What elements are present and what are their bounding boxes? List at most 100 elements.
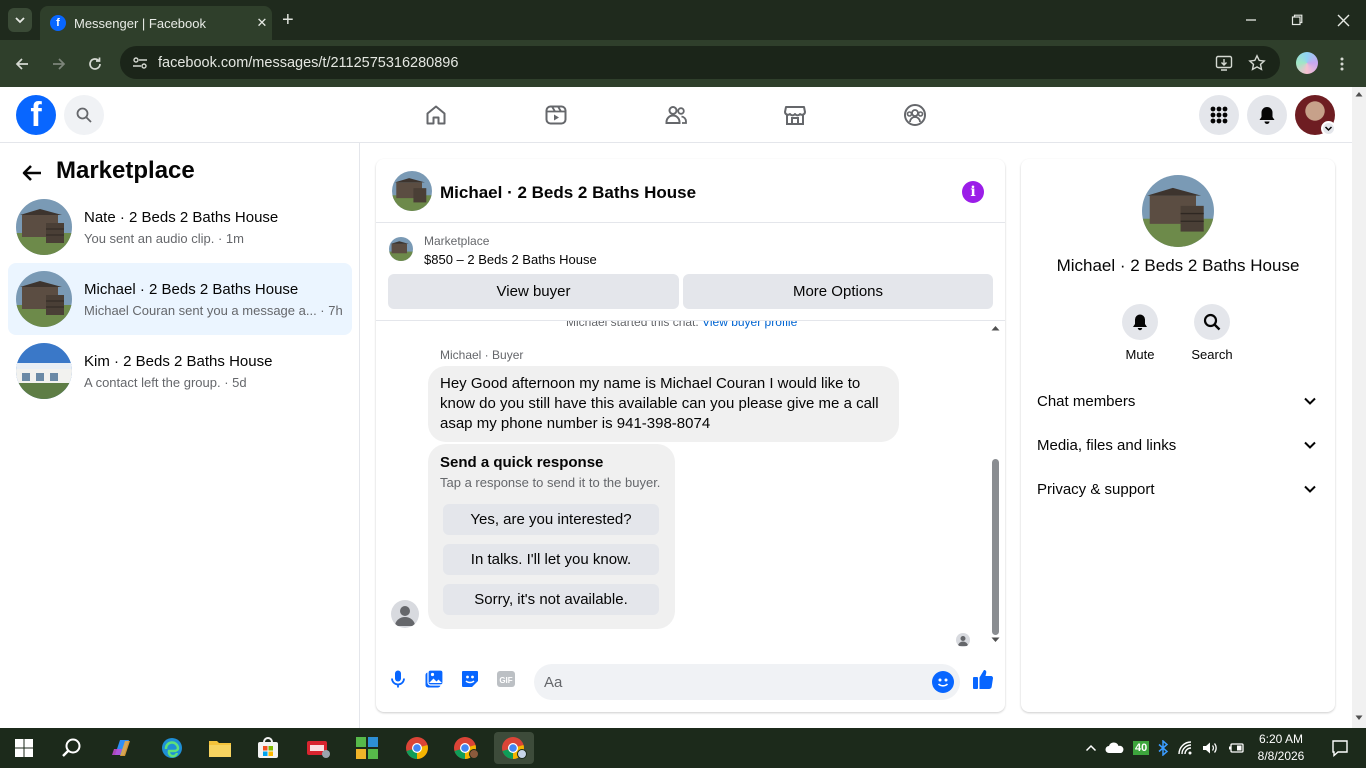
mute-action[interactable]: Mute: [1112, 304, 1168, 362]
browser-profile-avatar[interactable]: [1296, 52, 1318, 74]
taskbar-app-red[interactable]: [298, 732, 338, 764]
chat-avatar[interactable]: [392, 171, 432, 211]
nav-home[interactable]: [416, 95, 456, 135]
install-app-icon[interactable]: [1215, 54, 1233, 72]
send-like-button[interactable]: [971, 667, 995, 691]
chevron-down-icon: [1324, 126, 1333, 132]
tab-search-button[interactable]: [8, 8, 32, 32]
start-button[interactable]: [4, 732, 44, 764]
notifications-button[interactable]: [1247, 95, 1287, 135]
media-files-links-section[interactable]: Media, files and links: [1029, 423, 1327, 467]
conversation-name: Michael · 2 Beds 2 Baths House: [84, 280, 299, 298]
privacy-support-section[interactable]: Privacy & support: [1029, 467, 1327, 511]
quick-reply-in-talks[interactable]: In talks. I'll let you know.: [443, 544, 659, 575]
taskbar-copilot[interactable]: [102, 732, 142, 764]
battery-icon[interactable]: [1227, 741, 1245, 755]
address-bar[interactable]: facebook.com/messages/t/2112575316280896: [120, 46, 1280, 79]
fb-search-button[interactable]: [64, 95, 104, 135]
minimize-button[interactable]: [1237, 8, 1265, 32]
message-composer: GIF: [376, 653, 1005, 712]
chat-started-notice: Michael started this chat. View buyer pr…: [566, 321, 797, 329]
sticker-button[interactable]: [458, 667, 482, 691]
taskbar-chrome-profile[interactable]: [446, 732, 486, 764]
search-icon: [1203, 313, 1221, 331]
restore-button[interactable]: [1283, 8, 1311, 32]
account-chevron[interactable]: [1321, 121, 1336, 136]
scroll-down-icon[interactable]: [991, 637, 1000, 643]
weather-badge[interactable]: 40: [1133, 741, 1150, 755]
sender-avatar[interactable]: [391, 600, 419, 628]
page-scrollbar[interactable]: [1352, 87, 1366, 728]
taskbar-search-button[interactable]: [52, 732, 92, 764]
chevron-up-icon[interactable]: [1085, 742, 1097, 754]
forward-button[interactable]: [47, 52, 71, 76]
conversation-preview: A contact left the group. · 5d: [84, 374, 247, 390]
arrow-right-icon: [53, 58, 66, 70]
taskbar-app-green[interactable]: [347, 732, 387, 764]
nav-marketplace[interactable]: [775, 95, 815, 135]
svg-text:GIF: GIF: [499, 676, 512, 685]
back-arrow-icon[interactable]: [20, 161, 44, 185]
quick-response-subtitle: Tap a response to send it to the buyer.: [440, 475, 661, 490]
quick-reply-not-available[interactable]: Sorry, it's not available.: [443, 584, 659, 615]
scroll-up-icon[interactable]: [1355, 91, 1363, 97]
search-in-chat-action[interactable]: Search: [1184, 304, 1240, 362]
view-buyer-profile-link[interactable]: View buyer profile: [702, 321, 797, 329]
system-tray: 40: [1085, 728, 1245, 768]
close-window-button[interactable]: [1329, 8, 1357, 32]
nav-groups[interactable]: [895, 95, 935, 135]
view-buyer-button[interactable]: View buyer: [388, 274, 679, 309]
scroll-up-icon[interactable]: [991, 325, 1000, 331]
message-bubble: Hey Good afternoon my name is Michael Co…: [428, 366, 899, 442]
more-vertical-icon: [1340, 57, 1344, 71]
reload-icon: [89, 57, 101, 70]
facebook-logo[interactable]: f: [16, 95, 56, 135]
browser-tab[interactable]: f Messenger | Facebook ✕: [40, 6, 272, 40]
conversation-item-nate[interactable]: Nate · 2 Beds 2 Baths House You sent an …: [8, 191, 352, 263]
reload-button[interactable]: [83, 52, 107, 76]
back-button[interactable]: [10, 52, 34, 76]
onedrive-icon[interactable]: [1105, 740, 1125, 756]
conversation-item-kim[interactable]: Kim · 2 Beds 2 Baths House A contact lef…: [8, 335, 352, 407]
browser-tab-bar: f Messenger | Facebook ✕ +: [0, 0, 1366, 40]
volume-icon[interactable]: [1201, 740, 1219, 756]
message-list: Michael started this chat. View buyer pr…: [376, 321, 1005, 653]
system-clock[interactable]: 6:20 AM 8/8/2026: [1246, 731, 1316, 765]
taskbar-file-explorer[interactable]: [200, 732, 240, 764]
menu-button[interactable]: [1199, 95, 1239, 135]
bluetooth-icon[interactable]: [1157, 740, 1169, 756]
grid-menu-icon: [1210, 106, 1228, 124]
quick-reply-interested[interactable]: Yes, are you interested?: [443, 504, 659, 535]
voice-clip-button[interactable]: [386, 667, 410, 691]
notification-center-button[interactable]: [1320, 732, 1360, 764]
taskbar-chrome[interactable]: [397, 732, 437, 764]
wifi-icon[interactable]: [1177, 740, 1193, 756]
bookmark-star-icon[interactable]: [1248, 54, 1266, 72]
tab-close-button[interactable]: ✕: [252, 15, 272, 31]
url-text: facebook.com/messages/t/2112575316280896: [158, 54, 459, 71]
scroll-down-icon[interactable]: [1355, 715, 1363, 721]
chat-details-panel: Michael · 2 Beds 2 Baths House Mute Sear…: [1021, 159, 1335, 712]
chat-title[interactable]: Michael · 2 Beds 2 Baths House: [440, 183, 696, 203]
nav-friends[interactable]: [656, 95, 696, 135]
more-options-button[interactable]: More Options: [683, 274, 993, 309]
app-icon: [307, 741, 330, 758]
info-icon[interactable]: i: [962, 181, 984, 203]
friends-icon: [665, 106, 687, 124]
attach-media-button[interactable]: [422, 667, 446, 691]
message-scrollbar[interactable]: [990, 321, 1000, 653]
conversation-item-michael[interactable]: Michael · 2 Beds 2 Baths House Michael C…: [8, 263, 352, 335]
listing-price-title[interactable]: $850 – 2 Beds 2 Baths House: [424, 252, 597, 267]
taskbar-store[interactable]: [248, 732, 288, 764]
scroll-thumb[interactable]: [992, 459, 999, 635]
chrome-icon: [454, 737, 479, 759]
emoji-button[interactable]: [932, 671, 954, 693]
message-input[interactable]: [534, 664, 960, 700]
nav-watch[interactable]: [536, 95, 576, 135]
taskbar-edge[interactable]: [152, 732, 192, 764]
new-tab-button[interactable]: +: [282, 8, 302, 32]
taskbar-chrome-active[interactable]: [494, 732, 534, 764]
browser-menu-button[interactable]: [1330, 52, 1354, 76]
gif-button[interactable]: GIF: [494, 667, 518, 691]
chat-members-section[interactable]: Chat members: [1029, 379, 1327, 423]
